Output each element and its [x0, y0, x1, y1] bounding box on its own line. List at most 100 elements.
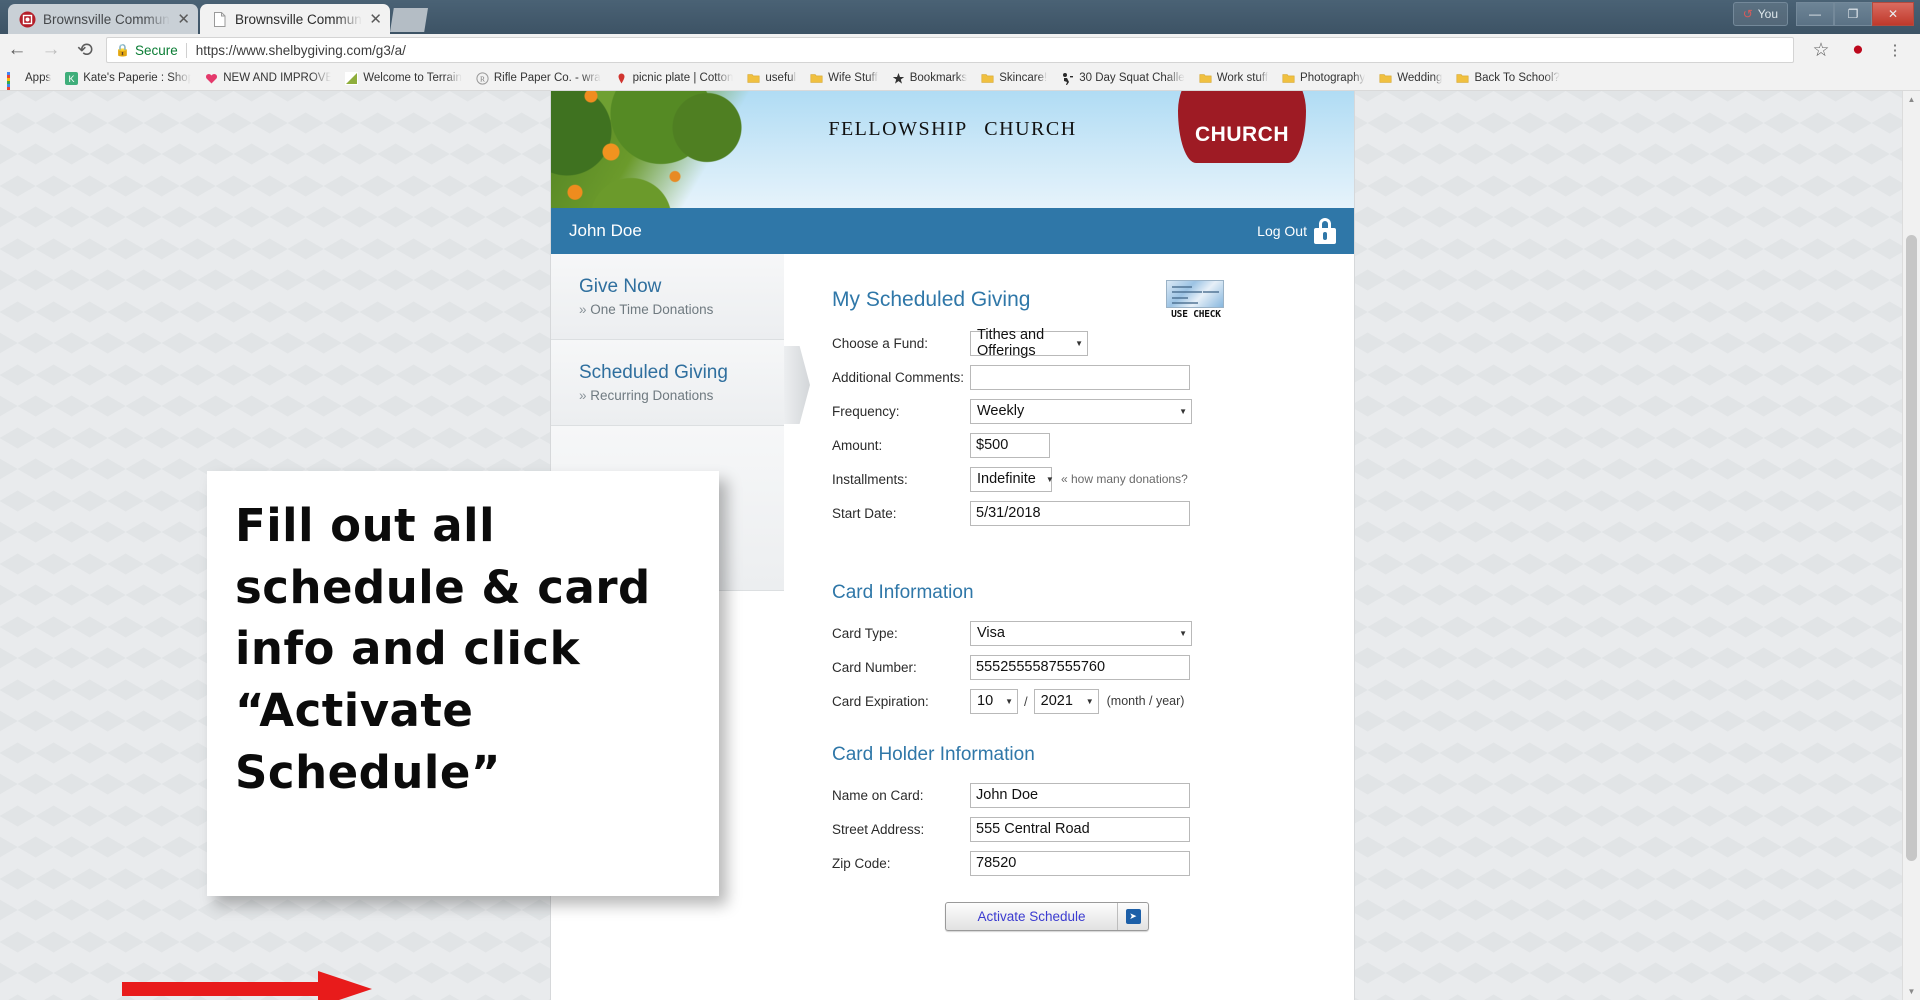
bookmark-item[interactable]: R Rifle Paper Co. - wra [469, 66, 608, 90]
maximize-icon: ❐ [1847, 7, 1859, 21]
window-controls: ↺ You — ❐ ✕ [1732, 2, 1914, 26]
scrollbar-thumb[interactable] [1906, 235, 1917, 861]
address-bar[interactable]: 🔒 Secure https://www.shelbygiving.com/g3… [106, 37, 1794, 63]
page-viewport: FELLOWSHIP CHURCH CHURCH John Doe Log Ou… [0, 91, 1920, 1000]
field-row-card-type: Card Type: Visa ▼ [832, 620, 1354, 646]
bookmark-label: NEW AND IMPROVE [223, 72, 332, 84]
scroll-down-icon[interactable]: ▼ [1903, 983, 1920, 1000]
card-exp-note: (month / year) [1106, 694, 1185, 708]
card-exp-year-select[interactable]: 2021 ▼ [1033, 688, 1099, 714]
pinterest-icon[interactable]: ● [1841, 34, 1875, 66]
sidebar-sub-label: One Time Donations [590, 302, 714, 317]
scroll-up-icon[interactable]: ▲ [1903, 91, 1920, 108]
field-label: Card Number: [832, 659, 917, 675]
bookmark-item[interactable]: 30 Day Squat Challe [1054, 66, 1191, 90]
heart-icon [205, 72, 218, 85]
close-icon[interactable]: ✕ [177, 12, 190, 27]
chevron-down-icon: ▼ [1179, 628, 1187, 638]
browser-tab-2[interactable]: Brownsville Community F ✕ [200, 4, 390, 34]
secure-label: Secure [134, 42, 178, 58]
name-on-card-value: John Doe [976, 787, 1039, 803]
submit-row: Activate Schedule ➤ [945, 902, 1354, 931]
installments-select[interactable]: Indefinite ▼ [970, 466, 1054, 492]
amount-input[interactable]: $500 [970, 432, 1050, 458]
zip-code-input[interactable]: 78520 [970, 850, 1190, 876]
bookmark-apps[interactable]: Apps [0, 66, 58, 90]
field-label: Street Address: [832, 821, 925, 837]
name-on-card-input[interactable]: John Doe [970, 782, 1190, 808]
bookmark-folder[interactable]: Wife Stuff [803, 66, 885, 90]
page-title: My Scheduled Giving [832, 288, 1031, 311]
field-row-card-expiration: Card Expiration: 10 ▼ / 2021 ▼ (month / … [832, 688, 1354, 714]
use-check-button[interactable]: USE CHECK [1166, 280, 1226, 320]
back-arrow-icon[interactable]: ← [0, 34, 34, 66]
bookmark-item[interactable]: K Kate's Paperie : Shop [58, 66, 198, 90]
forward-arrow-icon[interactable]: → [34, 34, 68, 66]
sidebar-bullet: » [579, 388, 587, 403]
card-exp-month-select[interactable]: 10 ▼ [970, 688, 1018, 714]
maximize-button[interactable]: ❐ [1834, 2, 1872, 26]
new-tab-button[interactable] [390, 8, 428, 32]
bookmark-item[interactable]: NEW AND IMPROVE [198, 66, 338, 90]
field-row-name-on-card: Name on Card: John Doe [832, 782, 1354, 808]
page-scrollbar[interactable]: ▲ ▼ [1902, 91, 1920, 1000]
church-name-c: C [984, 118, 1000, 140]
use-check-label: USE CHECK [1171, 309, 1221, 320]
sidebar-item-give-now[interactable]: Give Now » One Time Donations [551, 254, 784, 340]
check-image-icon [1166, 280, 1224, 308]
field-row-additional-comments: Additional Comments: [832, 364, 1354, 390]
bookmark-folder[interactable]: useful [740, 66, 803, 90]
card-exp-month-value: 10 [977, 693, 994, 709]
field-label: Choose a Fund: [832, 335, 929, 351]
bookmark-folder[interactable]: Wedding [1372, 66, 1449, 90]
url-text: https://www.shelbygiving.com/g3/a/ [195, 42, 406, 58]
field-label: Amount: [832, 437, 883, 453]
kebab-menu-icon[interactable]: ⋮ [1878, 34, 1912, 66]
folder-icon [1282, 72, 1295, 85]
close-window-button[interactable]: ✕ [1872, 2, 1914, 26]
leaf-icon [345, 71, 359, 85]
sidebar-item-sub: » Recurring Donations [579, 388, 784, 403]
site-banner: FELLOWSHIP CHURCH CHURCH [551, 91, 1354, 208]
bookmark-folder[interactable]: Photography [1275, 66, 1372, 90]
sidebar-item-scheduled-giving[interactable]: Scheduled Giving » Recurring Donations [551, 340, 784, 426]
close-icon[interactable]: ✕ [369, 12, 382, 27]
folder-icon [981, 72, 994, 85]
field-row-amount: Amount: $500 [832, 432, 1354, 458]
bookmark-star-icon[interactable]: ☆ [1804, 34, 1838, 66]
browser-tab-1[interactable]: Brownsville Community F ✕ [8, 4, 198, 34]
card-type-select[interactable]: Visa ▼ [970, 620, 1192, 646]
bookmark-folder[interactable]: Skincare! [974, 66, 1054, 90]
bookmark-item[interactable]: Bookmarks [885, 66, 975, 90]
additional-comments-input[interactable] [970, 364, 1190, 390]
field-label: Frequency: [832, 403, 900, 419]
frequency-select[interactable]: Weekly ▼ [970, 398, 1192, 424]
start-date-input[interactable]: 5/31/2018 [970, 500, 1190, 526]
star-icon [892, 72, 905, 85]
street-address-input[interactable]: 555 Central Road [970, 816, 1190, 842]
field-label: Additional Comments: [832, 369, 965, 385]
minimize-button[interactable]: — [1796, 2, 1834, 26]
card-information-heading: Card Information [832, 582, 974, 603]
field-row-installments: Installments: Indefinite ▼ « how many do… [832, 466, 1354, 492]
bookmark-item[interactable]: picnic plate | Cotton [608, 66, 741, 90]
church-logo: CHURCH [1178, 91, 1306, 163]
chevron-down-icon: ▼ [1075, 338, 1083, 348]
fund-select[interactable]: Tithes and Offerings ▼ [970, 327, 1088, 359]
bookmark-folder[interactable]: Back To School? [1449, 66, 1566, 90]
field-row-zip-code: Zip Code: 78520 [832, 850, 1354, 876]
bookmark-item[interactable]: Welcome to Terrain [338, 66, 469, 90]
field-label: Card Expiration: [832, 693, 929, 709]
reload-icon[interactable]: ⟲ [68, 34, 102, 66]
sync-profile-icon: ↺ [1742, 7, 1753, 21]
activate-schedule-button[interactable]: Activate Schedule ➤ [945, 902, 1149, 931]
bookmark-folder[interactable]: Work stuff [1192, 66, 1275, 90]
profile-button[interactable]: ↺ You [1732, 2, 1788, 26]
logout-button[interactable]: Log Out [1257, 218, 1336, 244]
card-number-input[interactable]: 5552555587555760 [970, 654, 1190, 680]
profile-label: You [1757, 7, 1778, 21]
bookmark-label: 30 Day Squat Challe [1079, 72, 1185, 84]
card-type-value: Visa [977, 625, 1005, 641]
user-bar: John Doe Log Out [551, 208, 1354, 254]
browser-tab-label: Brownsville Community F [43, 11, 170, 27]
